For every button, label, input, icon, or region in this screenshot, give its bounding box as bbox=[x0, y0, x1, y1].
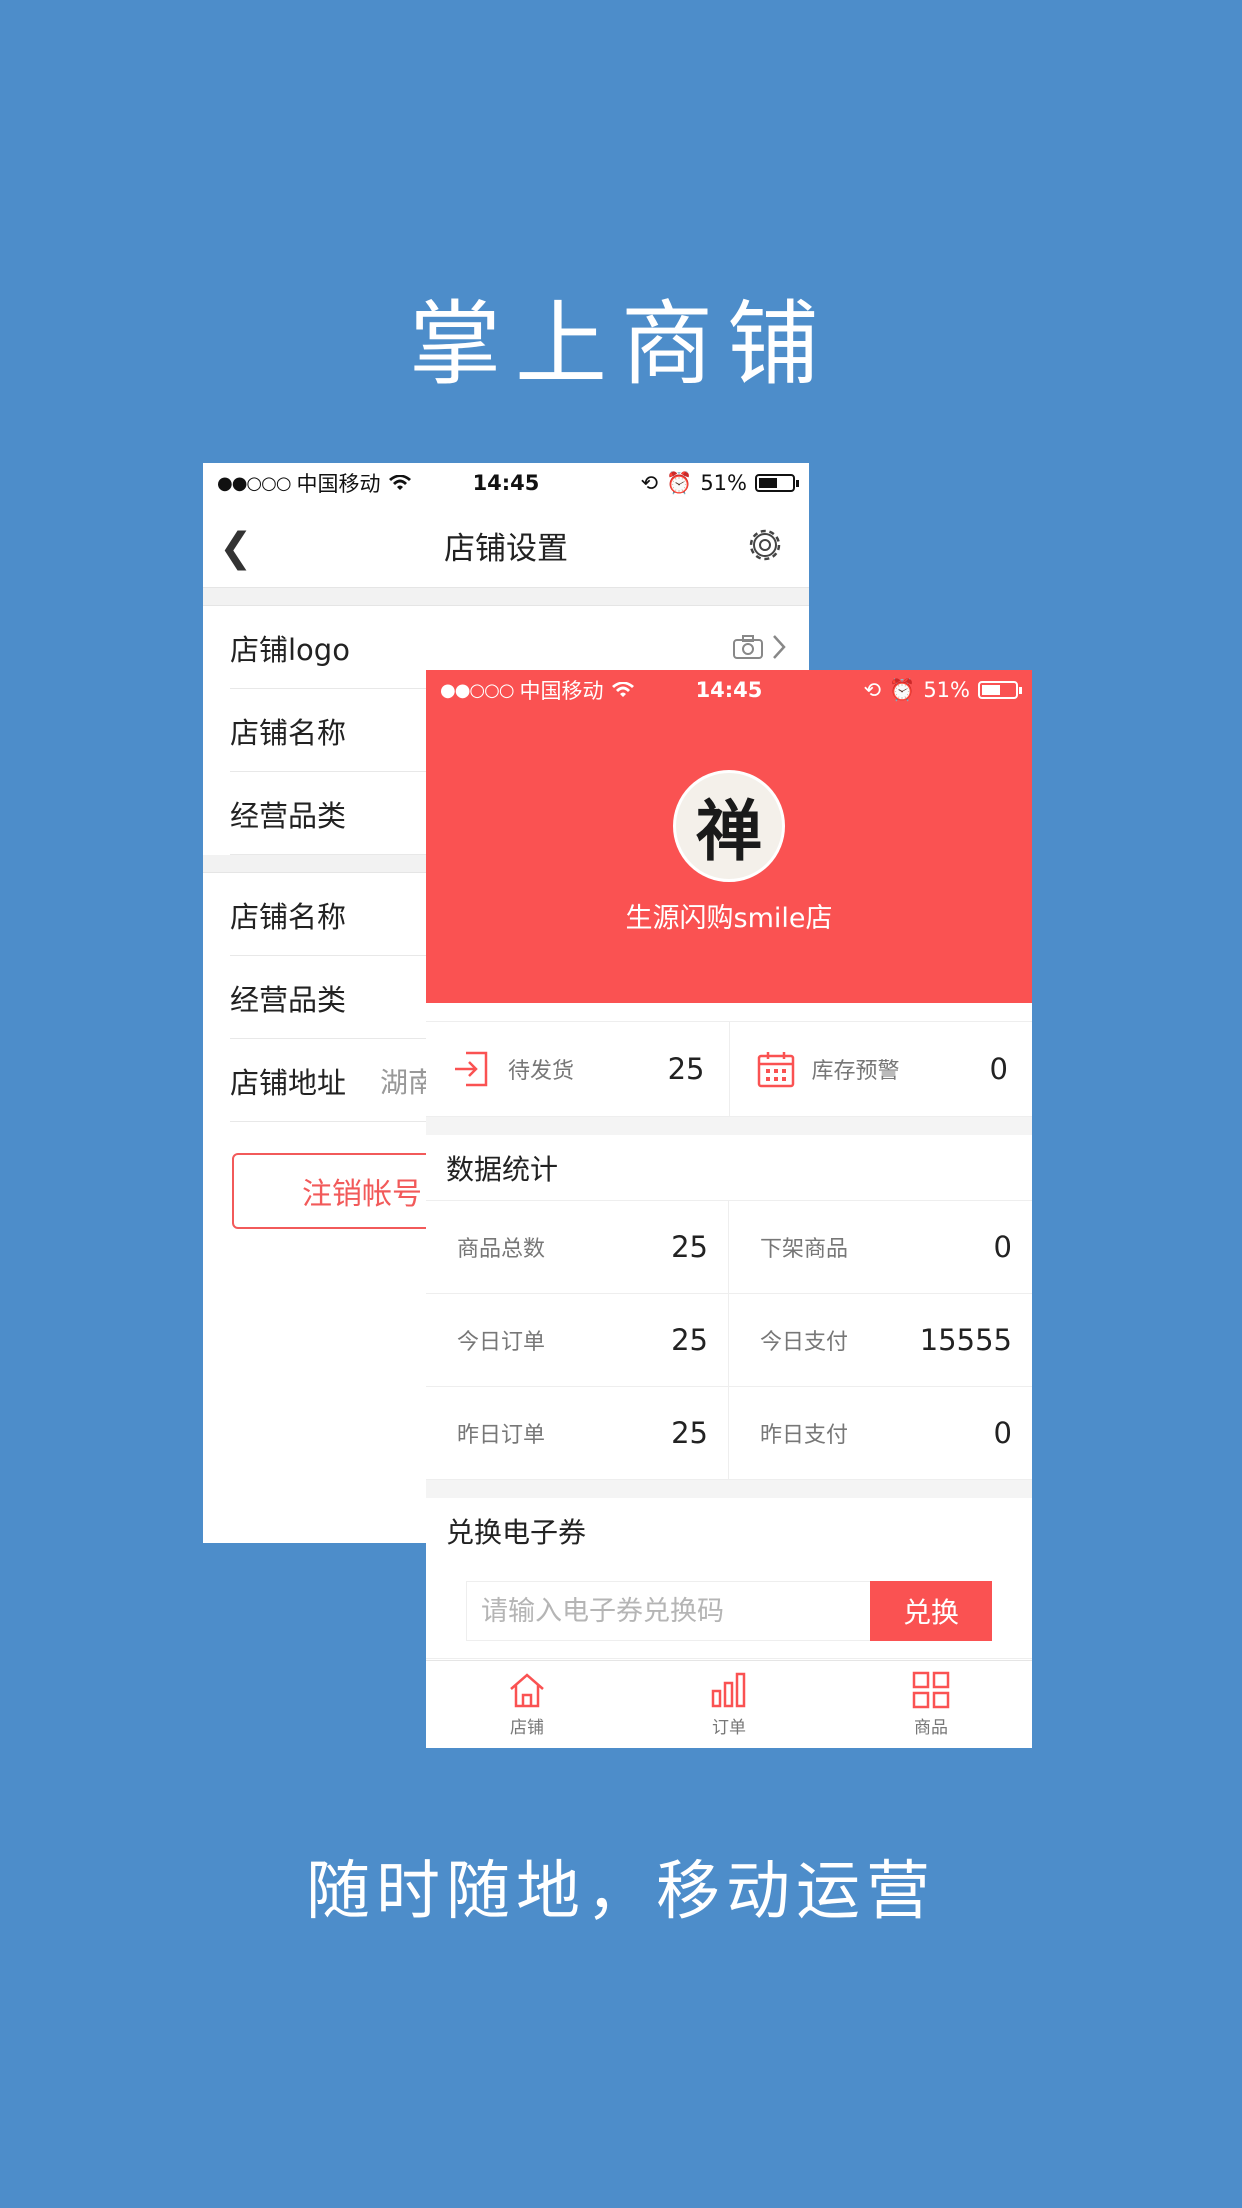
alarm-icon: ⏰ bbox=[666, 470, 693, 495]
quick-stock-alert[interactable]: 库存预警 0 bbox=[728, 1022, 1033, 1116]
import-icon bbox=[455, 1051, 488, 1087]
rotation-lock-icon: ⟲ bbox=[640, 471, 659, 495]
grid-icon bbox=[912, 1671, 950, 1709]
stat-value: 25 bbox=[671, 1230, 708, 1264]
alarm-icon: ⏰ bbox=[889, 677, 916, 702]
bar-chart-icon bbox=[711, 1672, 746, 1708]
gear-icon[interactable] bbox=[743, 523, 787, 567]
headline-top: 掌上商铺 bbox=[408, 291, 833, 398]
stat-cell[interactable]: 今日支付 15555 bbox=[729, 1294, 1032, 1387]
stats-grid: 商品总数 25 下架商品 0 今日订单 25 今日支付 15555 昨日订单 25 昨日支… bbox=[426, 1201, 1032, 1480]
settings-navbar: ❮ 店铺设置 bbox=[203, 503, 809, 588]
battery-icon bbox=[978, 681, 1022, 699]
redeem-code-input[interactable] bbox=[466, 1581, 870, 1641]
quick-stats: 待发货 25 库存预警 0 bbox=[426, 1021, 1032, 1117]
quick-label: 待发货 bbox=[508, 1059, 575, 1084]
status-bar: ●●○○○ 中国移动 14:45 ⟲ ⏰ 51% bbox=[426, 670, 1032, 710]
tab-label: 商品 bbox=[914, 1718, 948, 1738]
stat-label: 商品总数 bbox=[457, 1237, 546, 1262]
stat-cell[interactable]: 商品总数 25 bbox=[426, 1201, 729, 1294]
stat-cell[interactable]: 昨日支付 0 bbox=[729, 1387, 1032, 1480]
stats-title: 数据统计 bbox=[426, 1135, 1032, 1201]
redeem-row: 兑换 bbox=[426, 1564, 1032, 1659]
camera-icon bbox=[733, 635, 763, 659]
battery-percent: 51% bbox=[700, 471, 747, 495]
page-title: 店铺设置 bbox=[444, 530, 568, 567]
tab-shop[interactable]: 店铺 bbox=[426, 1661, 628, 1748]
stat-cell[interactable]: 昨日订单 25 bbox=[426, 1387, 729, 1480]
setting-label: 店铺名称 bbox=[230, 899, 347, 934]
stat-label: 昨日订单 bbox=[457, 1423, 546, 1448]
stat-value: 0 bbox=[993, 1230, 1012, 1264]
dashboard-screen: ●●○○○ 中国移动 14:45 ⟲ ⏰ 51% 禅 生源闪购smile店 待发… bbox=[426, 670, 1032, 1748]
stat-label: 昨日支付 bbox=[760, 1423, 849, 1448]
shop-name: 生源闪购smile店 bbox=[625, 903, 833, 934]
quick-pending-shipment[interactable]: 待发货 25 bbox=[426, 1022, 729, 1116]
battery-percent: 51% bbox=[923, 678, 970, 702]
stat-value: 15555 bbox=[919, 1323, 1012, 1357]
home-icon bbox=[510, 1673, 544, 1708]
stat-label: 下架商品 bbox=[760, 1237, 849, 1262]
stat-value: 0 bbox=[993, 1416, 1012, 1450]
setting-label: 店铺logo bbox=[230, 632, 350, 667]
setting-label: 经营品类 bbox=[230, 982, 347, 1017]
tab-bar: 店铺 订单 商品 bbox=[426, 1660, 1032, 1748]
status-bar: ●●○○○ 中国移动 14:45 ⟲ ⏰ 51% bbox=[203, 463, 809, 503]
redeem-title: 兑换电子券 bbox=[446, 1516, 587, 1549]
stat-label: 今日支付 bbox=[760, 1330, 849, 1355]
shop-avatar[interactable]: 禅 bbox=[673, 770, 785, 882]
shop-header: ●●○○○ 中国移动 14:45 ⟲ ⏰ 51% 禅 生源闪购smile店 bbox=[426, 670, 1032, 1003]
quick-value: 25 bbox=[667, 1052, 705, 1086]
back-arrow-icon[interactable]: ❮ bbox=[219, 525, 253, 571]
stat-value: 25 bbox=[671, 1416, 708, 1450]
chevron-right-icon bbox=[773, 635, 786, 659]
stat-cell[interactable]: 今日订单 25 bbox=[426, 1294, 729, 1387]
calendar-icon bbox=[757, 1052, 794, 1088]
headline-bottom: 随时随地，移动运营 bbox=[306, 1855, 936, 1929]
tab-label: 店铺 bbox=[510, 1718, 544, 1738]
stat-label: 今日订单 bbox=[457, 1330, 546, 1355]
setting-label: 经营品类 bbox=[230, 798, 347, 833]
tab-label: 订单 bbox=[712, 1718, 746, 1738]
setting-label: 店铺地址 bbox=[230, 1065, 347, 1100]
quick-value: 0 bbox=[989, 1052, 1008, 1086]
battery-icon bbox=[755, 474, 799, 492]
setting-label: 店铺名称 bbox=[230, 715, 347, 750]
rotation-lock-icon: ⟲ bbox=[863, 678, 882, 702]
tab-products[interactable]: 商品 bbox=[830, 1661, 1032, 1748]
quick-label: 库存预警 bbox=[811, 1059, 900, 1084]
stat-cell[interactable]: 下架商品 0 bbox=[729, 1201, 1032, 1294]
redeem-button[interactable]: 兑换 bbox=[870, 1581, 992, 1641]
tab-orders[interactable]: 订单 bbox=[628, 1661, 830, 1748]
stat-value: 25 bbox=[671, 1323, 708, 1357]
